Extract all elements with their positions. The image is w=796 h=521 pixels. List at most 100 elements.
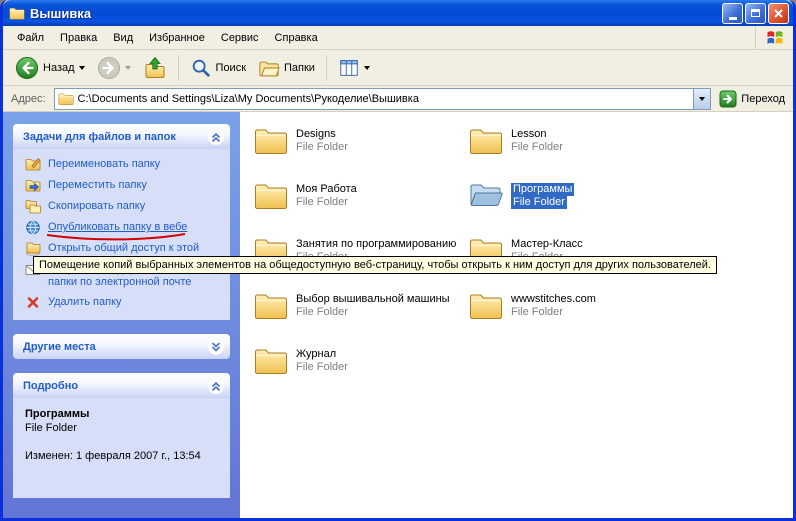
- file-type: File Folder: [511, 306, 563, 319]
- views-button[interactable]: [332, 54, 376, 82]
- views-dropdown-icon[interactable]: [364, 66, 370, 70]
- forward-icon: [97, 56, 121, 80]
- folder-icon[interactable]: [469, 126, 503, 154]
- forward-button[interactable]: [91, 53, 137, 83]
- file-type: File Folder: [511, 141, 563, 154]
- close-button[interactable]: [768, 3, 789, 24]
- go-button[interactable]: Переход: [719, 90, 785, 108]
- file-item-designs[interactable]: Designs File Folder: [254, 126, 469, 181]
- address-input[interactable]: C:\Documents and Settings\Liza\My Docume…: [54, 88, 712, 110]
- task-pane-sidebar: Задачи для файлов и папок Переименовать …: [3, 112, 240, 518]
- task-label[interactable]: Скопировать папку: [48, 200, 145, 213]
- toolbar-separator: [178, 55, 179, 81]
- delete-x-icon: [25, 295, 41, 310]
- menu-edit[interactable]: Правка: [52, 28, 105, 48]
- go-icon: [719, 90, 737, 108]
- task-label[interactable]: Переименовать папку: [48, 158, 160, 171]
- go-label: Переход: [741, 93, 785, 105]
- minimize-button[interactable]: [722, 3, 743, 24]
- file-name[interactable]: wwwstitches.com: [511, 293, 596, 306]
- other-places-panel: Другие места: [13, 334, 230, 359]
- maximize-icon: [751, 9, 760, 17]
- folder-icon[interactable]: [254, 181, 288, 209]
- open-folder-icon[interactable]: [469, 181, 503, 209]
- folder-icon[interactable]: [469, 291, 503, 319]
- file-name[interactable]: Журнал: [296, 348, 336, 361]
- rename-folder-icon: [25, 157, 41, 172]
- chevron-up-icon[interactable]: [207, 128, 225, 146]
- file-name[interactable]: Занятия по программированию: [296, 238, 456, 251]
- file-name[interactable]: Lesson: [511, 128, 546, 141]
- details-panel-body: Программы File Folder Изменен: 1 февраля…: [13, 398, 230, 498]
- folders-label: Папки: [284, 62, 315, 74]
- details-panel: Подробно Программы File Folder Изменен: …: [13, 373, 230, 498]
- file-item-moya-rabota[interactable]: Моя Работа File Folder: [254, 181, 469, 236]
- file-item-zhurnal[interactable]: Журнал File Folder: [254, 346, 469, 401]
- maximize-button[interactable]: [745, 3, 766, 24]
- file-item-lesson[interactable]: Lesson File Folder: [469, 126, 684, 181]
- main-area: Задачи для файлов и папок Переименовать …: [3, 112, 793, 518]
- address-path[interactable]: C:\Documents and Settings\Liza\My Docume…: [78, 93, 694, 105]
- menu-tools[interactable]: Сервис: [213, 28, 267, 48]
- tasks-panel-header[interactable]: Задачи для файлов и папок: [13, 124, 230, 149]
- share-folder-icon: [25, 241, 41, 256]
- address-bar: Адрес: C:\Documents and Settings\Liza\My…: [3, 86, 793, 112]
- file-item-vybor-mashiny[interactable]: Выбор вышивальной машины File Folder: [254, 291, 469, 346]
- task-label[interactable]: Открыть общий доступ к этой: [48, 242, 199, 255]
- chevron-up-icon[interactable]: [207, 377, 225, 395]
- toolbar: Назад Поиск: [3, 50, 793, 86]
- task-label[interactable]: Опубликовать папку в вебе: [48, 221, 187, 234]
- chevron-down-icon[interactable]: [207, 338, 225, 356]
- file-name[interactable]: Designs: [296, 128, 336, 141]
- menu-view[interactable]: Вид: [105, 28, 141, 48]
- file-item-wwwstitches[interactable]: wwwstitches.com File Folder: [469, 291, 684, 346]
- folders-button[interactable]: Папки: [252, 54, 321, 82]
- folder-icon[interactable]: [254, 346, 288, 374]
- menu-file[interactable]: Файл: [9, 28, 52, 48]
- file-type: File Folder: [511, 196, 567, 209]
- close-icon: [773, 8, 784, 19]
- task-publish-folder-web[interactable]: Опубликовать папку в вебе: [25, 221, 224, 235]
- details-panel-header[interactable]: Подробно: [13, 373, 230, 398]
- back-dropdown-icon[interactable]: [79, 66, 85, 70]
- tasks-panel-body: Переименовать папку Переместить папку: [13, 149, 230, 320]
- task-move-folder[interactable]: Переместить папку: [25, 179, 224, 193]
- file-name[interactable]: Выбор вышивальной машины: [296, 293, 450, 306]
- file-item-programmy-selected[interactable]: Программы File Folder: [469, 181, 684, 236]
- move-folder-icon: [25, 178, 41, 193]
- search-icon: [190, 57, 212, 79]
- details-panel-title: Подробно: [23, 380, 78, 392]
- window-folder-icon: [9, 6, 25, 20]
- views-icon: [338, 57, 360, 79]
- menu-bar: Файл Правка Вид Избранное Сервис Справка: [3, 26, 793, 50]
- tasks-panel-title: Задачи для файлов и папок: [23, 131, 176, 143]
- details-folder-type: File Folder: [25, 421, 226, 435]
- file-name[interactable]: Моя Работа: [296, 183, 357, 196]
- task-label[interactable]: Удалить папку: [48, 296, 122, 309]
- folders-icon: [258, 57, 280, 79]
- explorer-window: Вышивка Файл Правка Вид Избранное Сервис…: [0, 0, 796, 521]
- task-share-folder[interactable]: Открыть общий доступ к этой: [25, 242, 224, 256]
- other-places-header[interactable]: Другие места: [13, 334, 230, 359]
- menu-favorites[interactable]: Избранное: [141, 28, 213, 48]
- publish-task-tooltip: Помещение копий выбранных элементов на о…: [33, 256, 717, 274]
- task-rename-folder[interactable]: Переименовать папку: [25, 158, 224, 172]
- address-dropdown-button[interactable]: [693, 89, 710, 109]
- file-list[interactable]: Designs File Folder Lesson File Folder М…: [240, 112, 793, 518]
- up-folder-icon: [143, 56, 167, 80]
- task-label[interactable]: Переместить папку: [48, 179, 147, 192]
- up-button[interactable]: [137, 53, 173, 83]
- window-title: Вышивка: [30, 6, 720, 21]
- task-copy-folder[interactable]: Скопировать папку: [25, 200, 224, 214]
- menu-help[interactable]: Справка: [267, 28, 326, 48]
- file-name[interactable]: Мастер-Класс: [511, 238, 583, 251]
- back-button[interactable]: Назад: [9, 53, 91, 83]
- task-delete-folder[interactable]: Удалить папку: [25, 296, 224, 310]
- file-name[interactable]: Программы: [511, 183, 574, 196]
- title-bar[interactable]: Вышивка: [3, 0, 793, 26]
- folder-icon[interactable]: [254, 126, 288, 154]
- folder-icon[interactable]: [254, 291, 288, 319]
- minimize-icon: [729, 17, 737, 20]
- search-button[interactable]: Поиск: [184, 54, 252, 82]
- publish-web-globe-icon: [25, 220, 41, 235]
